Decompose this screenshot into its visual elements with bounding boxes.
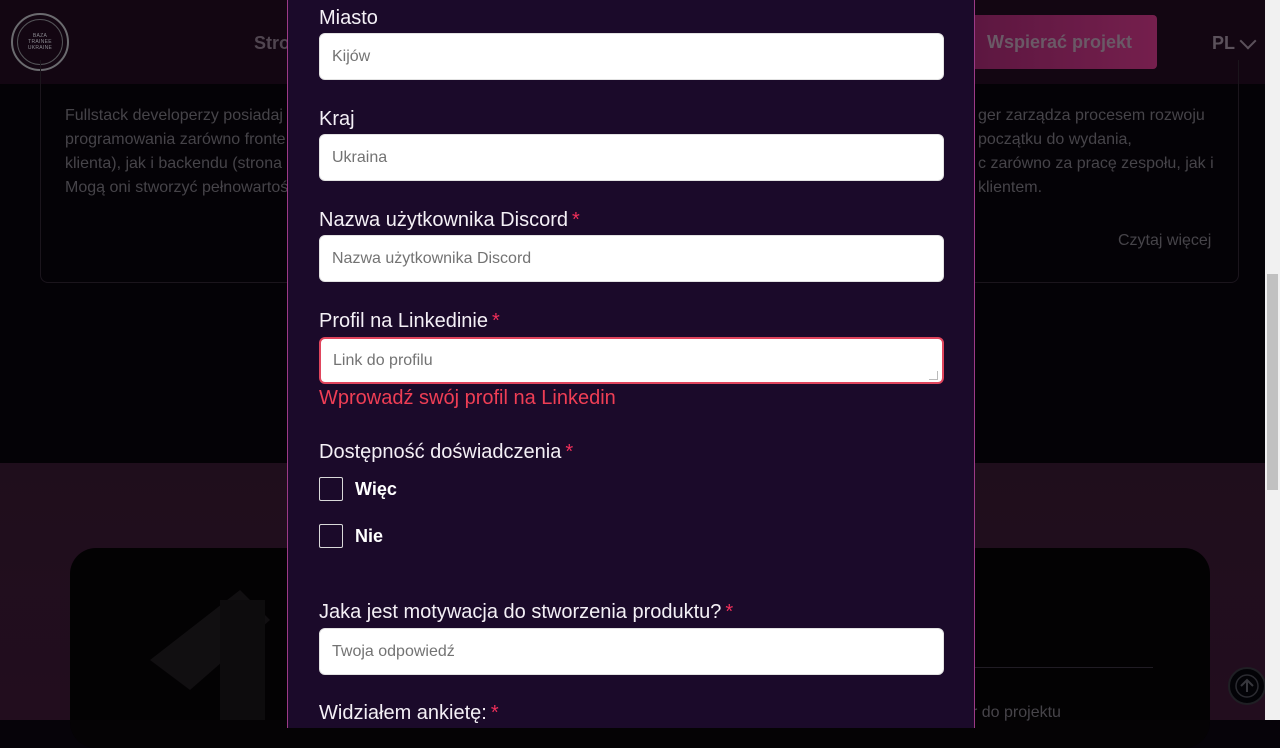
discord-label-text: Nazwa użytkownika Discord xyxy=(319,209,568,231)
linkedin-profile-input[interactable] xyxy=(319,337,944,384)
city-input[interactable] xyxy=(319,33,944,80)
country-label-text: Kraj xyxy=(319,108,355,130)
experience-option-yes[interactable]: Więc xyxy=(319,477,397,501)
experience-label: Dostępność doświadczenia * xyxy=(319,440,573,464)
linkedin-label: Profil na Linkedinie * xyxy=(319,309,500,333)
required-marker: * xyxy=(492,310,500,332)
resize-handle-icon[interactable] xyxy=(929,371,938,380)
experience-option-no[interactable]: Nie xyxy=(319,524,383,548)
motivation-input[interactable] xyxy=(319,628,944,675)
checkbox[interactable] xyxy=(319,524,343,548)
checkbox-label: Nie xyxy=(355,525,384,546)
survey-label-text: Widziałem ankietę: xyxy=(319,702,487,724)
discord-username-input[interactable] xyxy=(319,235,944,282)
scrollbar-thumb[interactable] xyxy=(1267,274,1278,490)
motivation-label: Jaka jest motywacja do stworzenia produk… xyxy=(319,600,733,624)
required-marker: * xyxy=(571,209,580,231)
required-marker: * xyxy=(565,441,574,463)
survey-label: Widziałem ankietę: * xyxy=(319,701,499,725)
city-label-text: Miasto xyxy=(319,7,378,29)
discord-label: Nazwa użytkownika Discord * xyxy=(319,208,580,232)
linkedin-label-text: Profil na Linkedinie xyxy=(319,310,488,332)
checkbox[interactable] xyxy=(319,477,343,501)
experience-label-text: Dostępność doświadczenia xyxy=(319,441,562,463)
linkedin-input-wrapper xyxy=(319,337,944,384)
city-label: Miasto xyxy=(319,6,378,30)
required-marker: * xyxy=(725,601,734,623)
country-label: Kraj xyxy=(319,107,355,131)
country-input[interactable] xyxy=(319,134,944,181)
required-marker: * xyxy=(490,702,499,724)
checkbox-label: Więc xyxy=(355,478,397,499)
motivation-label-text: Jaka jest motywacja do stworzenia produk… xyxy=(319,601,722,623)
linkedin-error-message: Wprowadź swój profil na Linkedin xyxy=(319,387,616,409)
